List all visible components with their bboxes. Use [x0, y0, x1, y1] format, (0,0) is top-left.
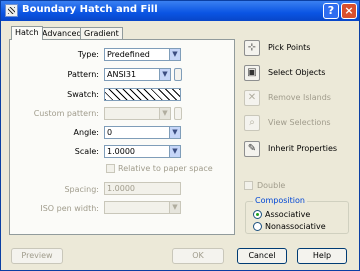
chevron-down-icon[interactable]: ▼ [169, 146, 180, 157]
chevron-down-icon[interactable]: ▼ [169, 127, 180, 138]
custom-pattern-select[interactable]: ▼ [104, 107, 171, 120]
inherit-properties-button[interactable]: ✎ Inherit Properties [244, 141, 344, 157]
scale-select[interactable]: 1.0000 ▼ [104, 145, 181, 158]
spacing-input[interactable]: 1.0000 [104, 182, 181, 195]
tab-advanced[interactable]: Advanced [38, 27, 86, 39]
inherit-properties-icon: ✎ [244, 141, 260, 157]
chevron-down-icon[interactable]: ▼ [169, 202, 180, 213]
relative-paper-space-label: Relative to paper space [118, 164, 213, 173]
type-value: Predefined [107, 50, 150, 59]
chevron-down-icon[interactable]: ▼ [159, 108, 170, 119]
view-selections-button[interactable]: ⌕ View Selections [244, 115, 344, 131]
chevron-down-icon[interactable]: ▼ [169, 49, 180, 60]
select-objects-icon: ▣ [244, 65, 260, 81]
custom-pattern-label: Custom pattern: [33, 109, 99, 118]
inherit-properties-label: Inherit Properties [268, 144, 338, 153]
close-button[interactable]: × [341, 3, 357, 19]
ok-button[interactable]: OK [172, 248, 224, 264]
pick-points-button[interactable]: ⊹ Pick Points [244, 40, 344, 56]
scale-value: 1.0000 [107, 147, 135, 156]
dialog-title: Boundary Hatch and Fill [22, 4, 158, 15]
preview-button[interactable]: Preview [11, 248, 63, 264]
hatch-app-icon [5, 4, 18, 17]
tab-hatch[interactable]: Hatch [11, 26, 43, 40]
remove-islands-icon: ✕ [244, 90, 260, 106]
iso-pen-width-label: ISO pen width: [40, 204, 99, 213]
associative-radio[interactable] [253, 210, 262, 219]
nonassociative-radio[interactable] [253, 222, 262, 231]
tab-gradient[interactable]: Gradient [80, 27, 123, 39]
title-bar[interactable]: Boundary Hatch and Fill ? × [1, 1, 359, 21]
angle-label: Angle: [73, 128, 99, 137]
scale-label: Scale: [74, 147, 99, 156]
help-button[interactable]: Help [297, 248, 347, 264]
remove-islands-button[interactable]: ✕ Remove Islands [244, 90, 344, 106]
pick-points-icon: ⊹ [244, 40, 260, 56]
type-label: Type: [77, 50, 99, 59]
composition-group: Composition Associative Nonassociative [245, 196, 349, 234]
help-title-button[interactable]: ? [323, 3, 339, 19]
double-checkbox[interactable] [244, 181, 253, 190]
pattern-select[interactable]: ANSI31 ▼ [104, 68, 171, 81]
select-objects-button[interactable]: ▣ Select Objects [244, 65, 344, 81]
nonassociative-label: Nonassociative [265, 222, 326, 231]
pattern-browse-button[interactable] [174, 68, 182, 81]
custom-pattern-browse-button[interactable] [174, 107, 182, 120]
double-label: Double [257, 181, 286, 190]
remove-islands-label: Remove Islands [268, 93, 331, 102]
boundary-hatch-dialog: Boundary Hatch and Fill ? × Hatch Advanc… [0, 0, 360, 271]
swatch-label: Swatch: [67, 90, 99, 99]
select-objects-label: Select Objects [268, 68, 326, 77]
view-selections-label: View Selections [268, 118, 331, 127]
associative-label: Associative [265, 210, 311, 219]
pick-points-label: Pick Points [268, 43, 311, 52]
spacing-label: Spacing: [64, 185, 99, 194]
pattern-swatch[interactable] [104, 88, 181, 101]
pattern-label: Pattern: [67, 70, 99, 79]
type-select[interactable]: Predefined ▼ [104, 48, 181, 61]
composition-title: Composition [253, 196, 307, 205]
pattern-value: ANSI31 [107, 70, 137, 79]
relative-paper-space-checkbox[interactable] [106, 164, 115, 173]
chevron-down-icon[interactable]: ▼ [159, 69, 170, 80]
view-selections-icon: ⌕ [244, 115, 260, 131]
cancel-button[interactable]: Cancel [237, 248, 287, 264]
angle-value: 0 [107, 128, 113, 137]
iso-pen-width-select[interactable]: ▼ [104, 201, 181, 214]
angle-select[interactable]: 0 ▼ [104, 126, 181, 139]
